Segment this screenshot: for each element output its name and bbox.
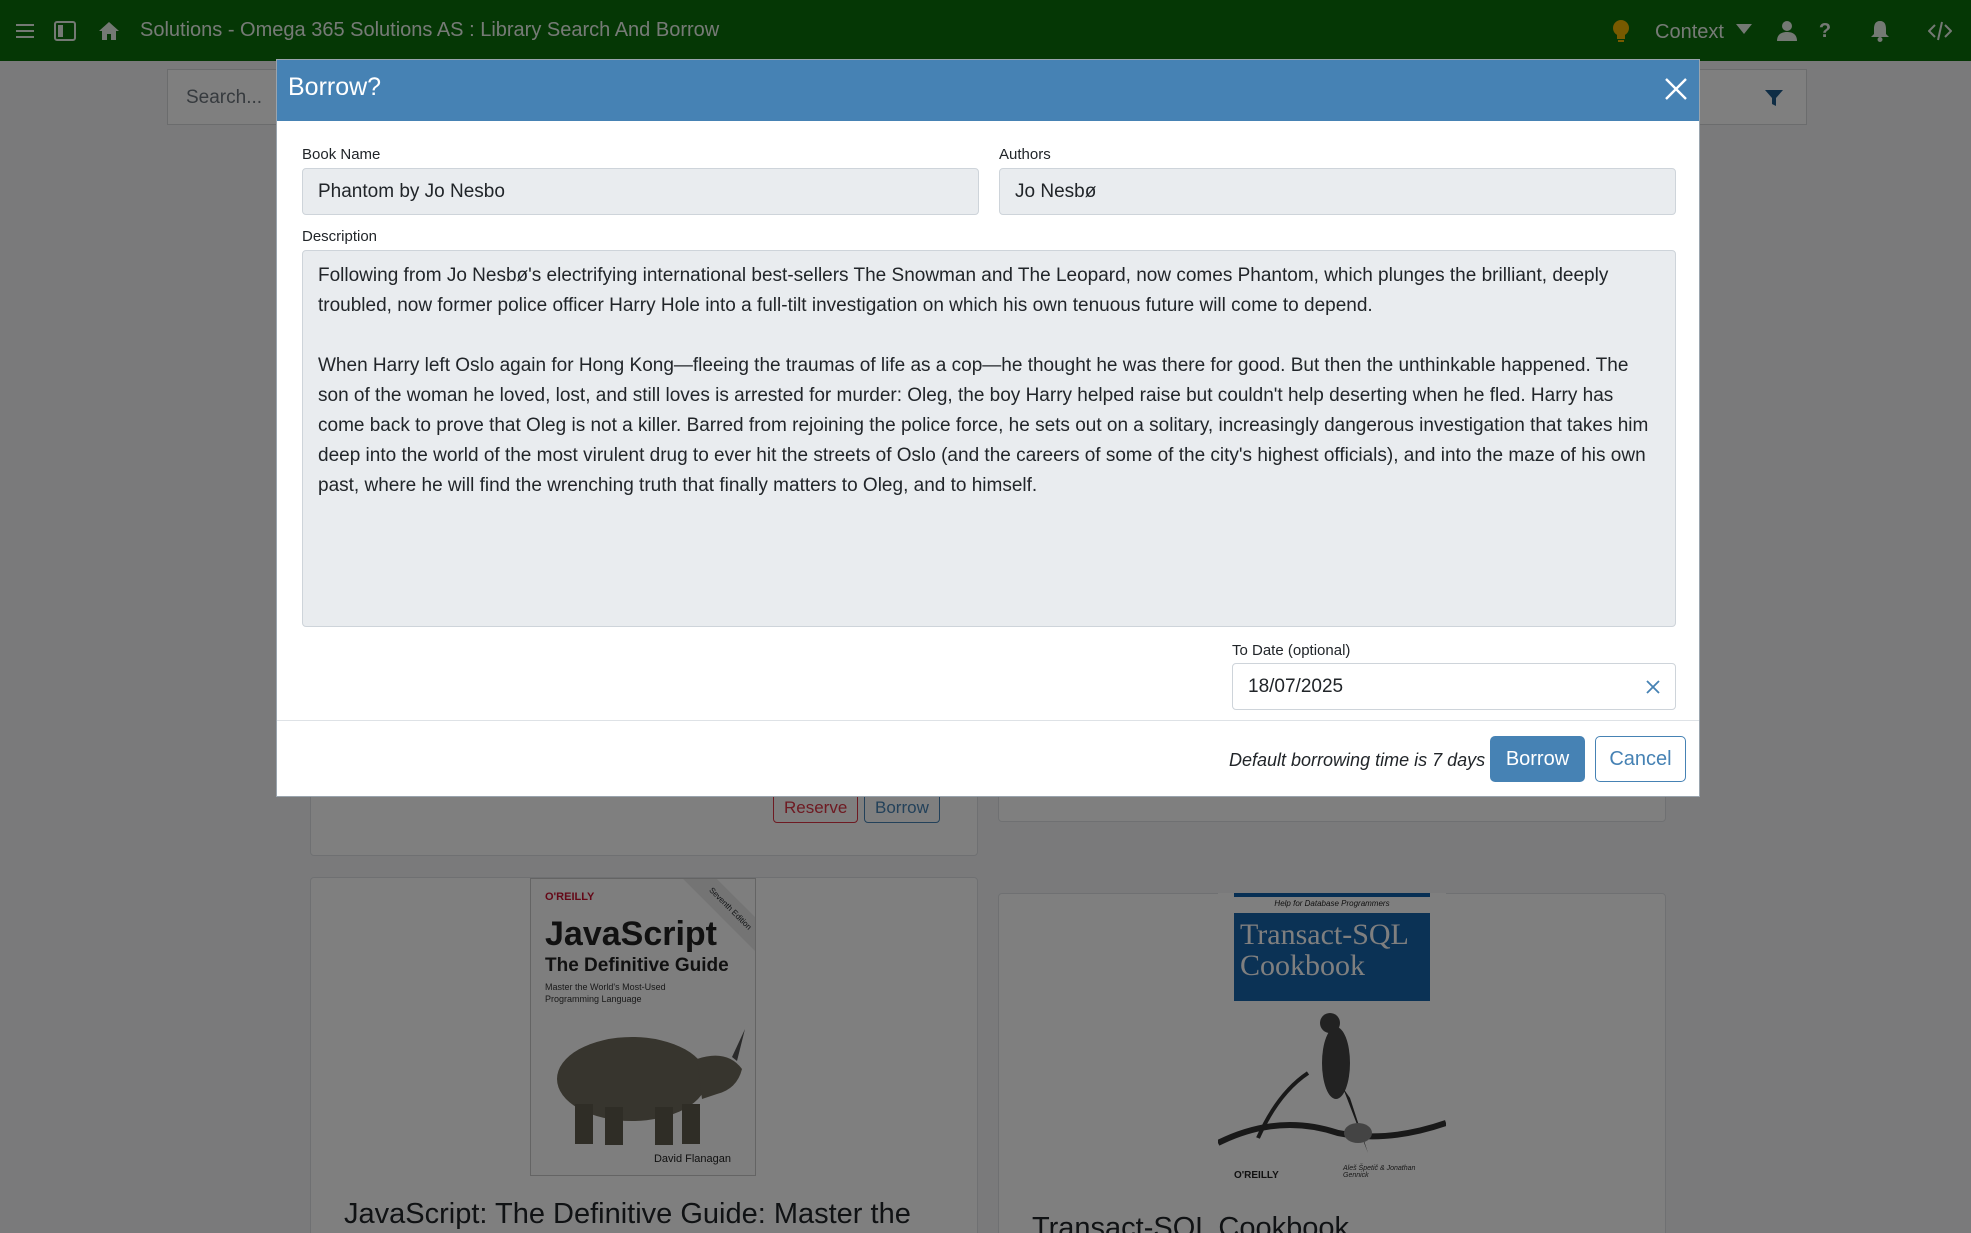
authors-field[interactable]: Jo Nesbø xyxy=(999,168,1676,215)
cancel-button[interactable]: Cancel xyxy=(1595,736,1686,782)
dialog-header: Borrow? xyxy=(277,60,1699,121)
close-icon[interactable] xyxy=(1663,76,1689,102)
borrow-dialog: Borrow? Book Name Phantom by Jo Nesbo Au… xyxy=(276,59,1700,797)
book-name-field[interactable]: Phantom by Jo Nesbo xyxy=(302,168,979,215)
description-textarea[interactable]: Following from Jo Nesbø's electrifying i… xyxy=(302,250,1676,627)
book-name-label: Book Name xyxy=(302,146,381,163)
to-date-value: 18/07/2025 xyxy=(1248,676,1344,697)
to-date-input[interactable]: 18/07/2025 xyxy=(1232,663,1676,710)
clear-date-icon[interactable] xyxy=(1645,679,1661,695)
description-label: Description xyxy=(302,228,378,245)
dialog-footer-divider xyxy=(277,720,1699,721)
dialog-title: Borrow? xyxy=(288,73,382,101)
borrow-button[interactable]: Borrow xyxy=(1490,736,1585,782)
default-borrowing-note: Default borrowing time is 7 days xyxy=(1229,750,1486,770)
authors-label: Authors xyxy=(999,146,1051,163)
to-date-label: To Date (optional) xyxy=(1232,642,1351,659)
